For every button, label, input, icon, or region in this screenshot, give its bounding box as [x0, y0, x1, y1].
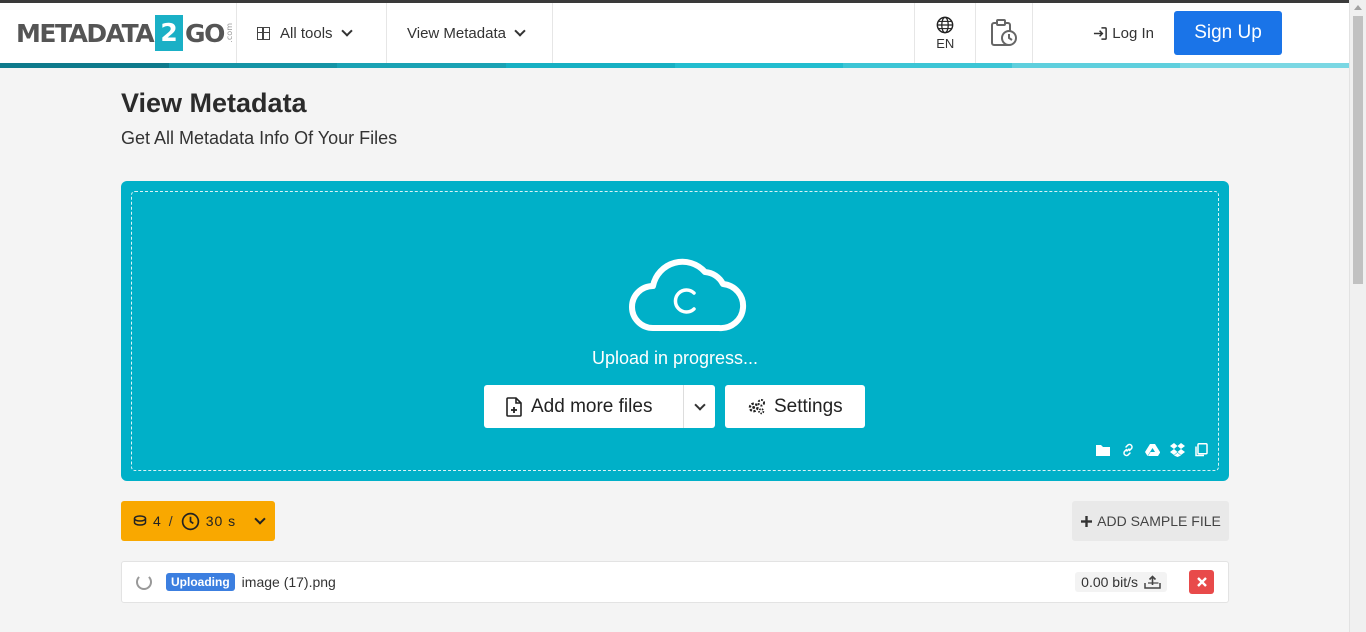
plus-icon [1081, 515, 1093, 527]
upload-tray-icon [1144, 575, 1161, 589]
settings-button[interactable]: Settings [725, 385, 865, 428]
color-stripe-segment [168, 63, 338, 68]
upload-speed-value: 0.00 bit/s [1081, 574, 1138, 590]
color-stripe-segment [0, 63, 169, 68]
upload-actions: Add more files Settings [484, 385, 865, 428]
settings-label: Settings [774, 395, 843, 417]
gears-icon [748, 398, 765, 415]
login-icon [1094, 26, 1108, 40]
color-stripe [0, 63, 1349, 68]
page-subtitle: Get All Metadata Info Of Your Files [121, 128, 398, 148]
upload-status: Upload in progress... [591, 348, 759, 368]
chevron-down-icon [254, 513, 266, 525]
folder-icon[interactable] [1095, 443, 1111, 462]
color-stripe-segment [505, 63, 675, 68]
logo-text-right: GO [185, 18, 225, 48]
current-tool-label: View Metadata [407, 24, 506, 42]
login-label: Log In [1112, 24, 1154, 42]
upload-dropzone[interactable]: Upload in progress... Add more files Set… [121, 181, 1229, 481]
file-name: image (17).png [241, 574, 336, 590]
credits-time: 30 s [205, 513, 237, 529]
logo[interactable]: METADATA 2 GO .com [0, 3, 237, 63]
google-drive-icon[interactable] [1145, 443, 1161, 462]
close-icon [1196, 577, 1207, 587]
link-icon[interactable] [1121, 443, 1135, 462]
credits-count: 4 [153, 513, 161, 529]
upload-speed: 0.00 bit/s [1075, 572, 1167, 592]
scroll-up-arrow[interactable] [1354, 5, 1362, 10]
dropzone-border: Upload in progress... Add more files Set… [131, 191, 1219, 471]
navbar: METADATA 2 GO .com All tools View Metada… [0, 3, 1349, 63]
chevron-down-icon [514, 25, 526, 37]
history-button[interactable] [976, 3, 1034, 63]
login-link[interactable]: Log In [1033, 3, 1174, 63]
dropbox-icon[interactable] [1170, 443, 1185, 462]
color-stripe-segment [674, 63, 844, 68]
file-plus-icon [506, 396, 522, 417]
color-stripe-segment [1180, 63, 1349, 68]
remove-file-button[interactable] [1189, 570, 1214, 594]
signup-button[interactable]: Sign Up [1174, 11, 1282, 55]
chevron-down-icon [340, 25, 353, 37]
view-metadata-dropdown[interactable]: View Metadata [387, 3, 553, 63]
add-files-group: Add more files [484, 385, 715, 428]
upload-sources [1095, 443, 1208, 462]
credits-separator: / [168, 513, 173, 529]
logo-suffix: .com [224, 23, 234, 43]
color-stripe-segment [337, 63, 506, 68]
grid-icon [257, 26, 270, 40]
status-badge: Uploading [166, 573, 235, 591]
cloud-upload-icon [629, 258, 747, 332]
scrollbar[interactable] [1349, 0, 1366, 632]
all-tools-dropdown[interactable]: All tools [237, 3, 387, 63]
add-files-dropdown-toggle[interactable] [684, 385, 715, 428]
file-row: Uploading image (17).png 0.00 bit/s [121, 561, 1229, 603]
scroll-thumb[interactable] [1353, 16, 1363, 284]
clock-icon [181, 512, 199, 530]
add-sample-file-button[interactable]: ADD SAMPLE FILE [1072, 501, 1229, 541]
add-sample-file-label: ADD SAMPLE FILE [1097, 513, 1221, 529]
all-tools-label: All tools [280, 24, 333, 42]
color-stripe-segment [1011, 63, 1181, 68]
coins-icon [133, 515, 147, 526]
add-more-files-button[interactable]: Add more files [484, 385, 684, 428]
clipboard-icon[interactable] [1195, 443, 1208, 462]
loading-spinner-icon [136, 574, 152, 590]
conversion-credits[interactable]: 4 / 30 s [121, 501, 275, 541]
logo-text-left: METADATA [16, 18, 155, 48]
logo-digit: 2 [155, 15, 184, 51]
globe-icon [936, 16, 954, 33]
language-code: EN [936, 35, 955, 51]
page-title: View Metadata [121, 88, 307, 118]
color-stripe-segment [843, 63, 1012, 68]
clipboard-clock-icon [991, 19, 1018, 46]
chevron-down-icon [693, 398, 706, 411]
language-selector[interactable]: EN [914, 3, 977, 63]
add-more-files-label: Add more files [531, 395, 653, 417]
